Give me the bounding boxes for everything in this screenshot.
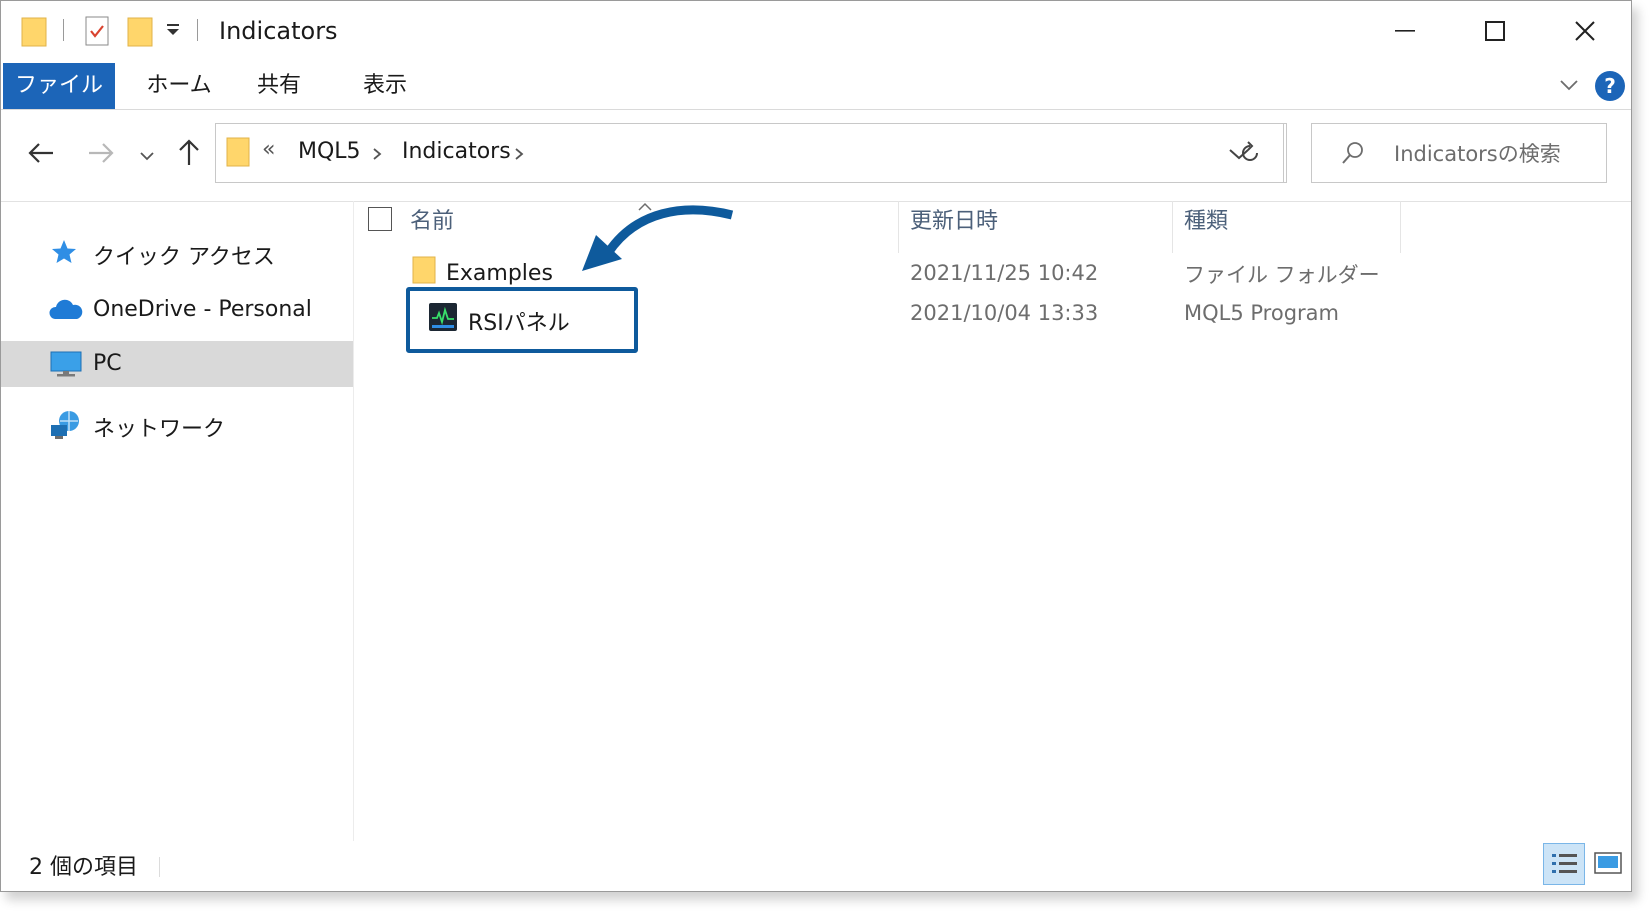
file-name: Examples [446, 261, 553, 286]
cloud-icon [49, 295, 83, 329]
file-list: 名前 更新日時 種類 Examples 2021/11/25 10:42 ファイ… [354, 201, 1631, 841]
file-date: 2021/10/04 13:33 [910, 301, 1099, 325]
file-date: 2021/11/25 10:42 [910, 261, 1099, 285]
minimize-button[interactable] [1375, 9, 1435, 53]
maximize-icon [1485, 21, 1505, 41]
column-divider[interactable] [1172, 201, 1173, 253]
details-view-button[interactable] [1543, 843, 1585, 885]
search-placeholder: Indicatorsの検索 [1394, 142, 1561, 166]
select-all-checkbox[interactable] [368, 207, 392, 231]
highlight-box[interactable]: RSIパネル [406, 287, 638, 353]
column-divider[interactable] [898, 201, 899, 253]
separator [197, 19, 198, 41]
refresh-icon [1242, 141, 1258, 161]
breadcrumb-mql5[interactable]: MQL5 [298, 139, 361, 164]
folder-icon [21, 15, 47, 51]
sidebar-item-quick-access[interactable]: クイック アクセス [1, 229, 353, 275]
annotation-arrow [582, 205, 734, 271]
breadcrumb-separator-icon[interactable] [372, 146, 382, 165]
details-view-icon [1552, 854, 1577, 873]
breadcrumb-separator-icon[interactable] [514, 146, 524, 165]
up-arrow-icon[interactable] [177, 137, 201, 171]
tab-file[interactable]: ファイル [3, 63, 115, 109]
sidebar-item-label: クイック アクセス [93, 245, 275, 270]
sidebar-item-label: PC [93, 351, 122, 376]
address-bar[interactable]: « MQL5 Indicators [215, 123, 1287, 183]
back-arrow-icon[interactable] [27, 141, 55, 169]
file-type: MQL5 Program [1184, 301, 1339, 325]
tab-share[interactable]: 共有 [241, 63, 317, 109]
navigation-bar: « MQL5 Indicators Indicatorsの検索 [1, 109, 1631, 202]
properties-icon[interactable] [85, 15, 109, 51]
recent-locations-chevron-icon[interactable] [139, 147, 155, 166]
monitor-icon [49, 349, 83, 383]
star-icon [49, 237, 79, 271]
sidebar-item-onedrive[interactable]: OneDrive - Personal [1, 287, 353, 333]
column-divider[interactable] [1400, 201, 1401, 253]
search-icon [1340, 140, 1366, 170]
column-header-date[interactable]: 更新日時 [910, 203, 998, 235]
tab-view[interactable]: 表示 [345, 63, 425, 109]
sidebar-item-pc[interactable]: PC [1, 341, 353, 387]
customize-toolbar-icon[interactable] [165, 21, 181, 41]
minimize-icon [1395, 30, 1415, 32]
navigation-pane: クイック アクセス OneDrive - Personal PC ネットワーク [1, 201, 354, 841]
column-header-type[interactable]: 種類 [1184, 203, 1228, 235]
title-bar: Indicators [1, 1, 1631, 63]
folder-icon [226, 136, 250, 172]
sidebar-item-network[interactable]: ネットワーク [1, 401, 353, 447]
column-header-name[interactable]: 名前 [410, 203, 454, 235]
refresh-button[interactable] [1217, 123, 1284, 183]
new-folder-icon[interactable] [127, 15, 153, 51]
network-icon [49, 409, 83, 445]
close-button[interactable] [1555, 9, 1615, 53]
file-type: ファイル フォルダー [1184, 263, 1380, 287]
separator [63, 19, 64, 41]
folder-icon [412, 255, 436, 289]
maximize-button[interactable] [1465, 9, 1525, 53]
help-button[interactable]: ? [1595, 71, 1625, 101]
separator [159, 857, 160, 877]
close-icon [1575, 21, 1595, 41]
large-icons-view-icon [1594, 852, 1622, 874]
window-title: Indicators [219, 17, 338, 45]
large-icons-view-button[interactable] [1587, 843, 1627, 883]
item-count: 2 個の項目 [29, 855, 138, 880]
ribbon-tabs: ファイル ホーム 共有 表示 ? [1, 63, 1631, 110]
forward-arrow-icon[interactable] [87, 141, 115, 169]
sidebar-item-label: OneDrive - Personal [93, 297, 312, 322]
status-bar: 2 個の項目 [1, 843, 1631, 889]
breadcrumb-indicators[interactable]: Indicators [402, 139, 511, 164]
tab-home[interactable]: ホーム [131, 63, 227, 109]
sidebar-item-label: ネットワーク [93, 417, 226, 442]
indicator-program-icon [428, 302, 458, 336]
search-box[interactable]: Indicatorsの検索 [1311, 123, 1607, 183]
explorer-window: Indicators ファイル ホーム 共有 表示 ? « MQL5 Indic… [0, 0, 1632, 892]
path-overflow[interactable]: « [262, 137, 275, 162]
file-name: RSIパネル [468, 311, 570, 336]
expand-ribbon-chevron-icon[interactable] [1559, 77, 1579, 96]
